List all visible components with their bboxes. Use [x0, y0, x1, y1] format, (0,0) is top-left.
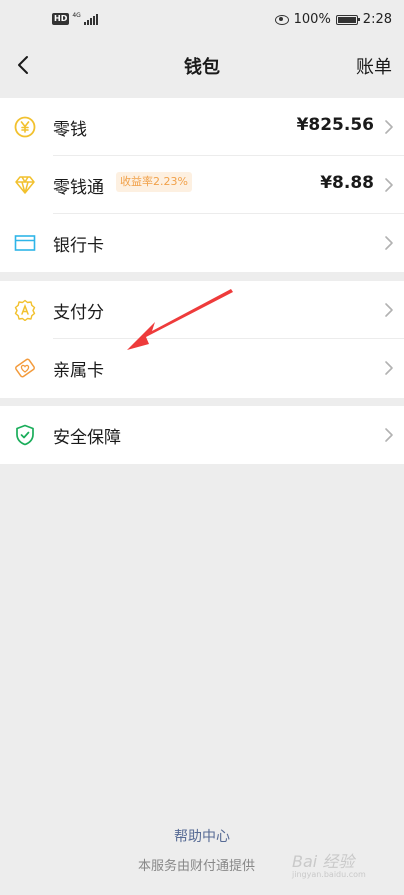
chevron-right-icon [385, 361, 393, 375]
battery-icon [335, 14, 360, 25]
chevron-right-icon [385, 120, 393, 134]
hd-badge: HD [52, 13, 70, 25]
family-card-icon [15, 358, 35, 378]
row-label: 亲属卡 [53, 361, 104, 381]
wallet-group-balance: 零钱 ¥825.56 零钱通 ¥8.88 银行卡 [0, 98, 404, 272]
change-plus-value: ¥8.88 [320, 173, 374, 193]
wallet-group-services: 支付分 亲属卡 [0, 281, 404, 398]
status-left: HD 4G [52, 11, 98, 25]
provider-text: 本服务由财付通提供 [138, 859, 256, 874]
chevron-right-icon [385, 236, 393, 250]
signal-icon [83, 13, 98, 25]
yield-rate-badge: 收益率2.23% [116, 172, 192, 192]
row-label: 安全保障 [53, 428, 121, 448]
network-type: 4G [72, 11, 81, 19]
clock: 2:28 [362, 12, 392, 27]
row-label: 支付分 [53, 303, 104, 323]
status-right: 100% 2:28 [274, 12, 392, 27]
row-pay-score[interactable]: 支付分 [0, 281, 404, 339]
watermark-text: Bai 经验 [292, 852, 355, 871]
row-label: 银行卡 [53, 236, 104, 256]
bill-button[interactable]: 账单 [356, 53, 392, 79]
yuan-coin-icon [14, 116, 36, 138]
nav-bar: 钱包 账单 [0, 44, 404, 86]
row-family-card[interactable]: 亲属卡 [0, 339, 404, 397]
page-title: 钱包 [184, 57, 220, 78]
eye-comfort-icon [274, 14, 289, 25]
chevron-right-icon [385, 428, 393, 442]
row-security[interactable]: 安全保障 [0, 406, 404, 464]
shield-check-icon [16, 424, 34, 446]
row-change-plus[interactable]: 零钱通 ¥8.88 [0, 156, 404, 214]
row-change[interactable]: 零钱 ¥825.56 [0, 98, 404, 156]
watermark-logo: Bai 经验 jingyan.baidu.com [292, 848, 366, 879]
row-label: 零钱通 [53, 178, 104, 198]
chevron-right-icon [385, 178, 393, 192]
diamond-icon [15, 176, 35, 194]
watermark-sub: jingyan.baidu.com [292, 870, 366, 879]
help-center-link[interactable]: 帮助中心 [0, 826, 404, 846]
chevron-right-icon [385, 303, 393, 317]
battery-percent: 100% [293, 12, 331, 27]
pay-score-icon [14, 299, 36, 321]
balance-value: ¥825.56 [296, 115, 374, 135]
row-label: 零钱 [53, 120, 87, 140]
wallet-group-security: 安全保障 [0, 406, 404, 464]
bank-card-icon [14, 235, 36, 251]
wallet-screen: HD 4G 100% 2:28 钱包 账单 零钱 ¥825.56 零钱通 ¥8.… [0, 0, 404, 895]
status-bar: HD 4G 100% 2:28 [0, 0, 404, 44]
row-bank-card[interactable]: 银行卡 [0, 214, 404, 272]
